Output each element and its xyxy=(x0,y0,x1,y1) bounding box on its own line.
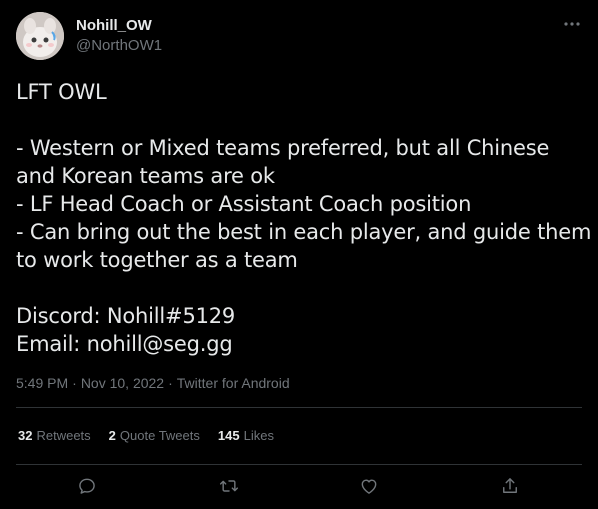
tweet-text-line: - Can bring out the best in each player,… xyxy=(16,220,592,244)
tweet-text-blank xyxy=(16,274,586,302)
tweet-text-blank xyxy=(16,106,586,134)
tweet-text-line: LFT OWL xyxy=(16,80,107,104)
avatar[interactable] xyxy=(16,12,64,60)
tweet-text-line: to work together as a team xyxy=(16,248,298,272)
tweet-stats: 32 Retweets 2 Quote Tweets 145 Likes xyxy=(18,428,274,444)
quote-tweets-label: Quote Tweets xyxy=(119,428,200,443)
divider xyxy=(16,464,582,465)
tweet-meta: 5:49 PM · Nov 10, 2022 · Twitter for Android xyxy=(16,374,290,392)
retweet-icon xyxy=(219,480,239,492)
tweet-text-line: Discord: Nohill#5129 xyxy=(16,304,236,328)
author-display-name[interactable]: Nohill_OW xyxy=(76,17,152,35)
retweets-count: 32 xyxy=(18,428,33,443)
more-icon xyxy=(564,22,580,26)
quote-tweets-count: 2 xyxy=(108,428,116,443)
divider xyxy=(16,407,582,408)
meta-separator: · xyxy=(72,375,77,391)
likes-stat[interactable]: 145 Likes xyxy=(218,428,274,444)
reply-icon xyxy=(79,478,95,494)
tweet-text: LFT OWL - Western or Mixed teams preferr… xyxy=(16,78,592,358)
tweet-time[interactable]: 5:49 PM xyxy=(16,375,68,391)
share-button[interactable] xyxy=(498,474,522,498)
tweet-text-line: Email: nohill@seg.gg xyxy=(16,332,233,356)
share-icon xyxy=(503,478,517,493)
author-handle[interactable]: @NorthOW1 xyxy=(76,37,162,55)
reply-button[interactable] xyxy=(75,474,99,498)
tweet-text-line: - Western or Mixed teams preferred, but … xyxy=(16,136,550,160)
like-icon xyxy=(361,479,377,494)
tweet-text-line: - LF Head Coach or Assistant Coach posit… xyxy=(16,192,472,216)
meta-separator: · xyxy=(168,375,173,391)
tweet-text-line: and Korean teams are ok xyxy=(16,164,275,188)
retweets-label: Retweets xyxy=(36,428,91,443)
retweets-stat[interactable]: 32 Retweets xyxy=(18,428,91,444)
tweet-source[interactable]: Twitter for Android xyxy=(177,375,290,391)
retweet-button[interactable] xyxy=(217,474,241,498)
quote-tweets-stat[interactable]: 2 Quote Tweets xyxy=(109,428,200,444)
tweet-date[interactable]: Nov 10, 2022 xyxy=(81,375,164,391)
likes-label: Likes xyxy=(243,428,274,443)
like-button[interactable] xyxy=(357,474,381,498)
more-options-button[interactable] xyxy=(560,14,584,34)
avatar-image xyxy=(16,12,64,60)
likes-count: 145 xyxy=(217,428,240,443)
tweet-actions xyxy=(0,472,598,500)
tweet-card: Nohill_OW @NorthOW1 LFT OWL - Western or… xyxy=(0,0,598,509)
